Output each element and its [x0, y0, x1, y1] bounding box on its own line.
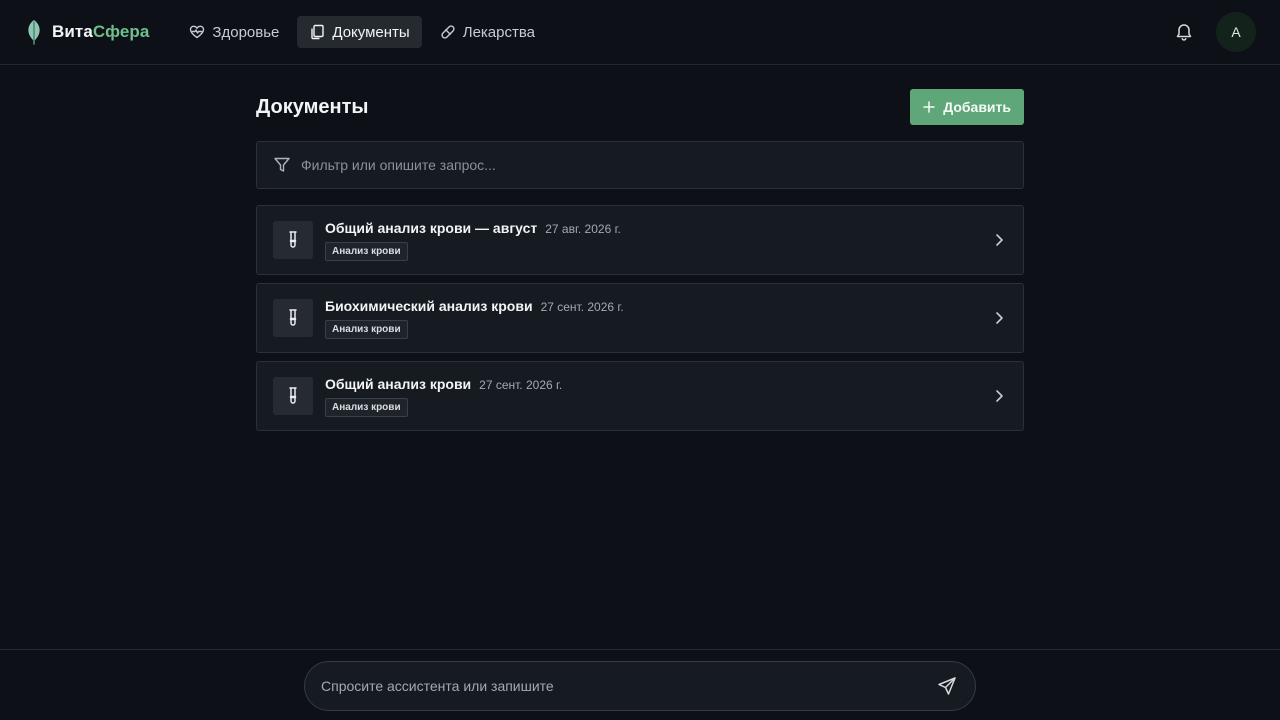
- document-type-badge: [273, 299, 313, 337]
- nav-item-documents[interactable]: Документы: [297, 16, 422, 48]
- topbar-actions: А: [1172, 12, 1256, 52]
- test-tube-icon: [289, 387, 297, 404]
- heart-pulse-icon: [190, 25, 205, 39]
- nav-item-medications[interactable]: Лекарства: [428, 16, 547, 48]
- leaf-logo-icon: [28, 20, 40, 45]
- open-document-chevron[interactable]: [991, 232, 1007, 248]
- document-list: Общий анализ крови — август 27 авг. 2026…: [256, 205, 1024, 431]
- user-avatar[interactable]: А: [1216, 12, 1256, 52]
- chevron-right-icon: [996, 390, 1003, 402]
- document-tag: Анализ крови: [325, 397, 408, 417]
- document-title-line: Общий анализ крови 27 сент. 2026 г.: [325, 376, 991, 392]
- app-name: ВитаСфера: [52, 22, 150, 41]
- nav-item-label: Лекарства: [462, 23, 535, 41]
- page-title: Документы: [256, 95, 369, 118]
- document-title-line: Общий анализ крови — август 27 авг. 2026…: [325, 220, 991, 236]
- assistant-input[interactable]: [321, 678, 935, 694]
- test-tube-icon: [289, 231, 297, 248]
- document-type-badge: [273, 221, 313, 259]
- document-date: 27 сент. 2026 г.: [540, 299, 624, 314]
- document-info: Общий анализ крови 27 сент. 2026 г. Анал…: [325, 376, 991, 417]
- nav-item-health[interactable]: Здоровье: [177, 16, 291, 48]
- documents-icon: [311, 24, 325, 40]
- document-info: Общий анализ крови — август 27 авг. 2026…: [325, 220, 991, 261]
- page-header: Документы Добавить: [256, 89, 1024, 125]
- document-title: Общий анализ крови: [325, 375, 472, 392]
- document-title-line: Биохимический анализ крови 27 сент. 2026…: [325, 298, 991, 314]
- bell-icon: [1176, 24, 1192, 41]
- open-document-chevron[interactable]: [991, 388, 1007, 404]
- open-document-chevron[interactable]: [991, 310, 1007, 326]
- app-logo[interactable]: ВитаСфера: [24, 19, 149, 45]
- document-title: Биохимический анализ крови: [325, 297, 533, 314]
- test-tube-icon: [289, 309, 297, 326]
- document-row[interactable]: Общий анализ крови 27 сент. 2026 г. Анал…: [256, 361, 1024, 431]
- document-row[interactable]: Биохимический анализ крови 27 сент. 2026…: [256, 283, 1024, 353]
- chevron-right-icon: [996, 312, 1003, 324]
- document-row[interactable]: Общий анализ крови — август 27 авг. 2026…: [256, 205, 1024, 275]
- add-button-label: Добавить: [943, 99, 1011, 115]
- nav-item-label: Документы: [332, 23, 410, 41]
- filter-icon: [274, 157, 290, 172]
- top-bar: ВитаСфера Здоровье Документы Лекарства А: [0, 0, 1280, 65]
- document-title: Общий анализ крови — август: [325, 219, 538, 236]
- nav-item-label: Здоровье: [212, 23, 280, 41]
- document-date: 27 сент. 2026 г.: [479, 377, 563, 392]
- pill-icon: [441, 25, 455, 39]
- notifications-button[interactable]: [1172, 20, 1196, 44]
- document-date: 27 авг. 2026 г.: [545, 221, 621, 236]
- add-document-button[interactable]: Добавить: [910, 89, 1024, 125]
- assistant-bar: [0, 649, 1280, 720]
- document-type-badge: [273, 377, 313, 415]
- document-tag: Анализ крови: [325, 319, 408, 339]
- chevron-right-icon: [996, 234, 1003, 246]
- main-nav: Здоровье Документы Лекарства: [177, 16, 547, 48]
- document-info: Биохимический анализ крови 27 сент. 2026…: [325, 298, 991, 339]
- plus-icon: [923, 101, 935, 113]
- send-icon: [938, 677, 956, 695]
- filter-input[interactable]: [301, 157, 1007, 173]
- document-tag: Анализ крови: [325, 241, 408, 261]
- send-button[interactable]: [935, 674, 959, 698]
- documents-page: Документы Добавить Общий анал: [256, 65, 1024, 431]
- assistant-input-wrapper: [304, 661, 976, 711]
- filter-bar: [256, 141, 1024, 189]
